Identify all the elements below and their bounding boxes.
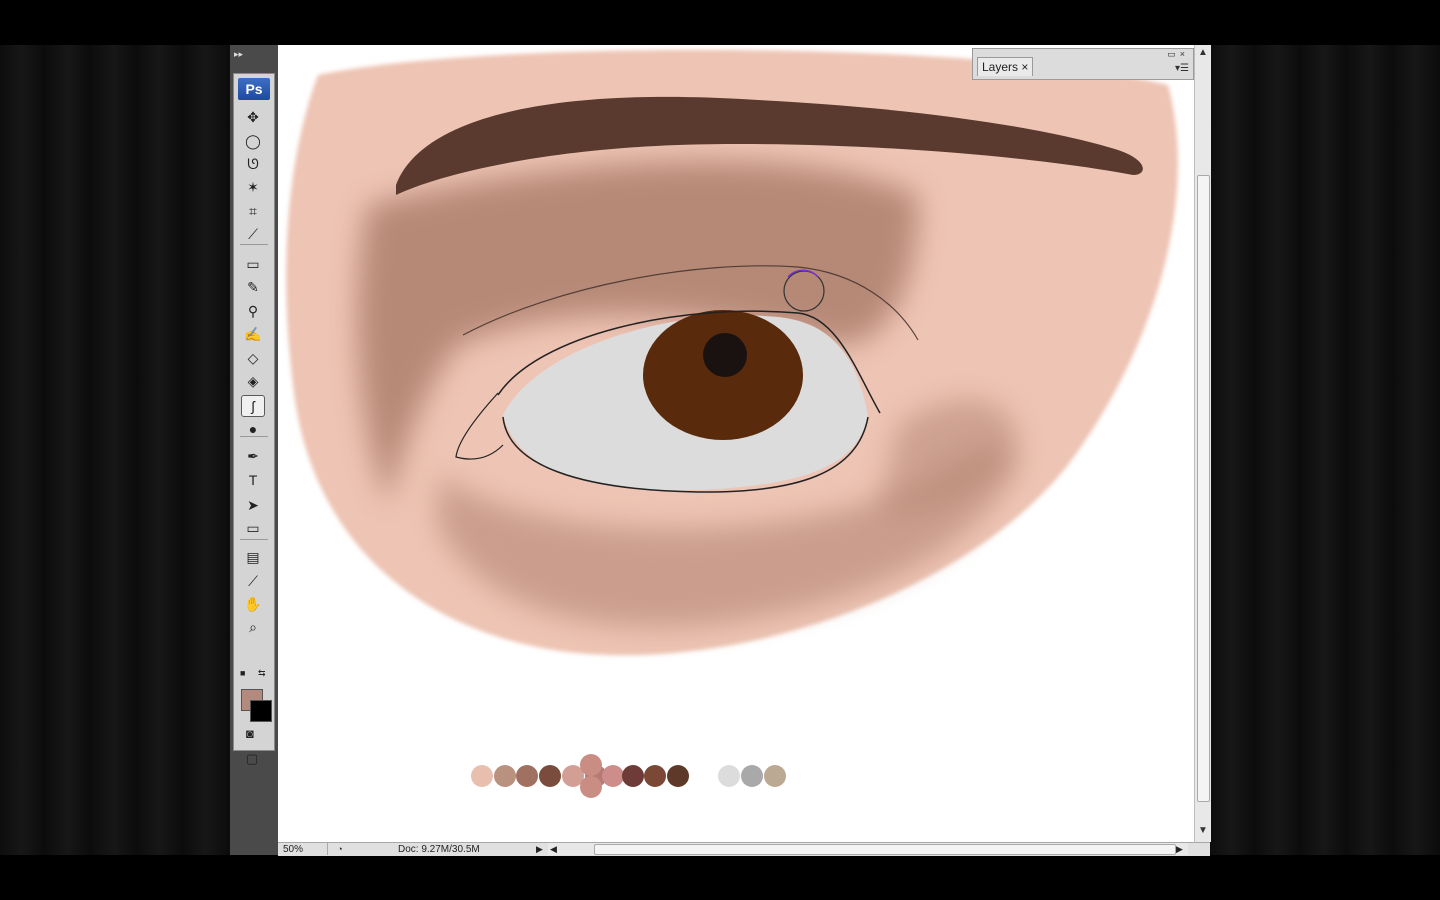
paint-bucket-tool[interactable]: ◈ xyxy=(242,371,264,391)
crop-icon: ⌗ xyxy=(249,203,257,219)
rectangle-shape-icon: ▭ xyxy=(246,520,260,536)
tool-separator xyxy=(240,539,268,540)
zoom-level[interactable]: 50% xyxy=(280,843,328,855)
scroll-left-icon[interactable]: ◀ xyxy=(550,843,557,855)
shape-tool[interactable]: ▭ xyxy=(242,518,264,538)
crop-tool[interactable]: ⌗ xyxy=(242,201,264,221)
photoshop-window: ▸▸ Ps ✥ ◯ ᘎ ✶ ⌗ ⟋ ▭ ✎ ⚲ ✍ ◇ ◈ ʃ ● ✒ T ➤ ▭ ▤ ⟋ ✋ ⌕ ■ ⇆ ◙ ▢ xyxy=(230,45,1211,856)
bandage-icon: ▭ xyxy=(246,256,260,272)
scroll-right-icon[interactable]: ▶ xyxy=(1176,843,1183,855)
horizontal-scrollbar[interactable]: ◀ ▶ xyxy=(548,843,1188,855)
document-canvas[interactable] xyxy=(278,45,1194,842)
status-menu-arrow-icon[interactable]: ▶ xyxy=(536,843,543,856)
eyedropper-tool[interactable]: ⟋ xyxy=(242,224,264,244)
palette-swatch xyxy=(644,765,666,787)
move-tool[interactable]: ✥ xyxy=(242,107,264,127)
marquee-tool[interactable]: ◯ xyxy=(242,131,264,151)
tool-separator xyxy=(240,436,268,437)
toolbox-grip[interactable]: ▸▸ xyxy=(232,49,278,59)
foreground-color-swatch[interactable] xyxy=(250,700,272,722)
eraser-icon: ◇ xyxy=(247,350,259,366)
palette-swatch xyxy=(539,765,561,787)
brush-tool[interactable]: ✎ xyxy=(242,277,264,297)
pen-tool[interactable]: ✒ xyxy=(242,446,264,466)
stamp-icon: ⚲ xyxy=(247,303,259,319)
palette-swatch xyxy=(667,765,689,787)
horizontal-scroll-thumb[interactable] xyxy=(594,844,1176,855)
palette-swatch-gray xyxy=(741,765,763,787)
smudge-tool[interactable]: ʃ xyxy=(241,395,265,417)
magic-wand-icon: ✶ xyxy=(247,179,259,195)
scroll-up-icon[interactable]: ▲ xyxy=(1195,45,1211,61)
eyedropper-icon: ⟋ xyxy=(248,226,258,242)
background-left xyxy=(0,45,230,855)
pipette-icon: ⟋ xyxy=(248,573,258,589)
toolbox-panel: Ps ✥ ◯ ᘎ ✶ ⌗ ⟋ ▭ ✎ ⚲ ✍ ◇ ◈ ʃ ● ✒ T ➤ ▭ ▤ ⟋ ✋ ⌕ ■ ⇆ ◙ ▢ xyxy=(233,73,275,766)
pupil xyxy=(703,333,747,377)
toolbox: ▸▸ Ps ✥ ◯ ᘎ ✶ ⌗ ⟋ ▭ ✎ ⚲ ✍ ◇ ◈ ʃ ● ✒ T ➤ ▭ ▤ ⟋ ✋ ⌕ ■ ⇆ ◙ ▢ xyxy=(230,45,278,855)
photoshop-logo[interactable]: Ps xyxy=(238,78,270,100)
doc-size-info: Doc: 9.27M/30.5M xyxy=(398,844,480,855)
dodge-icon: ● xyxy=(248,421,258,437)
brush-icon: ✎ xyxy=(247,279,259,295)
palette-swatch xyxy=(471,765,493,787)
history-brush-tool[interactable]: ✍ xyxy=(242,324,264,344)
pen-icon: ✒ xyxy=(247,448,259,464)
palette-swatch-gray xyxy=(718,765,740,787)
panel-menu-icon[interactable]: ▾☰ xyxy=(1175,63,1189,74)
quick-mask-icon[interactable]: ◙ xyxy=(246,726,254,741)
eraser-tool[interactable]: ◇ xyxy=(242,348,264,368)
note-icon: ▤ xyxy=(246,549,260,565)
move-icon: ✥ xyxy=(247,109,259,125)
vertical-scrollbar[interactable]: ▲ ▼ xyxy=(1194,45,1211,842)
type-tool[interactable]: T xyxy=(242,470,264,490)
magic-wand-tool[interactable]: ✶ xyxy=(242,177,264,197)
eye-painting xyxy=(286,49,1178,798)
notes-tool[interactable]: ▤ xyxy=(242,547,264,567)
arrow-selection-icon: ➤ xyxy=(247,497,259,513)
vertical-scroll-thumb[interactable] xyxy=(1197,175,1210,802)
zoom-tool[interactable]: ⌕ xyxy=(242,617,264,637)
hand-icon: ✋ xyxy=(244,596,262,612)
swap-colors-icon[interactable]: ⇆ xyxy=(258,668,266,679)
default-colors-icon[interactable]: ■ xyxy=(240,668,245,678)
hand-tool[interactable]: ✋ xyxy=(242,594,264,614)
tab-layers-label: Layers xyxy=(982,60,1019,74)
lasso-tool[interactable]: ᘎ xyxy=(242,154,264,174)
palette-swatch xyxy=(494,765,516,787)
ellipse-marquee-icon: ◯ xyxy=(245,133,261,149)
color-palette xyxy=(471,754,786,798)
palette-swatch xyxy=(580,754,602,776)
status-icon[interactable]: ◔ xyxy=(334,844,346,854)
tab-layers[interactable]: Layers × xyxy=(977,57,1034,76)
palette-swatch xyxy=(602,765,624,787)
palette-swatch-gray xyxy=(764,765,786,787)
status-bar: 50% ◔ Doc: 9.27M/30.5M ▶ ◀ ▶ xyxy=(278,842,1210,856)
magnifier-icon: ⌕ xyxy=(249,619,257,635)
color-sampler-tool[interactable]: ⟋ xyxy=(242,571,264,591)
history-brush-icon: ✍ xyxy=(244,326,262,342)
close-icon[interactable]: × xyxy=(1021,60,1028,74)
path-selection-tool[interactable]: ➤ xyxy=(242,495,264,515)
palette-swatch xyxy=(580,776,602,798)
screen-mode-icon[interactable]: ▢ xyxy=(246,751,258,767)
smudge-finger-icon: ʃ xyxy=(251,398,255,414)
scroll-down-icon[interactable]: ▼ xyxy=(1195,823,1211,839)
type-icon: T xyxy=(248,472,258,488)
palette-swatch xyxy=(622,765,644,787)
layers-panel: ▭× Layers × ▾☰ xyxy=(972,48,1194,80)
palette-swatch xyxy=(516,765,538,787)
tool-separator xyxy=(240,244,268,245)
background-right xyxy=(1210,45,1440,855)
clone-stamp-tool[interactable]: ⚲ xyxy=(242,301,264,321)
panel-window-buttons[interactable]: ▭× xyxy=(1167,49,1189,60)
healing-brush-tool[interactable]: ▭ xyxy=(242,254,264,274)
letterbox-bottom xyxy=(0,855,1440,900)
letterbox-top xyxy=(0,0,1440,45)
paint-bucket-icon: ◈ xyxy=(247,373,259,389)
lasso-icon: ᘎ xyxy=(247,156,259,172)
